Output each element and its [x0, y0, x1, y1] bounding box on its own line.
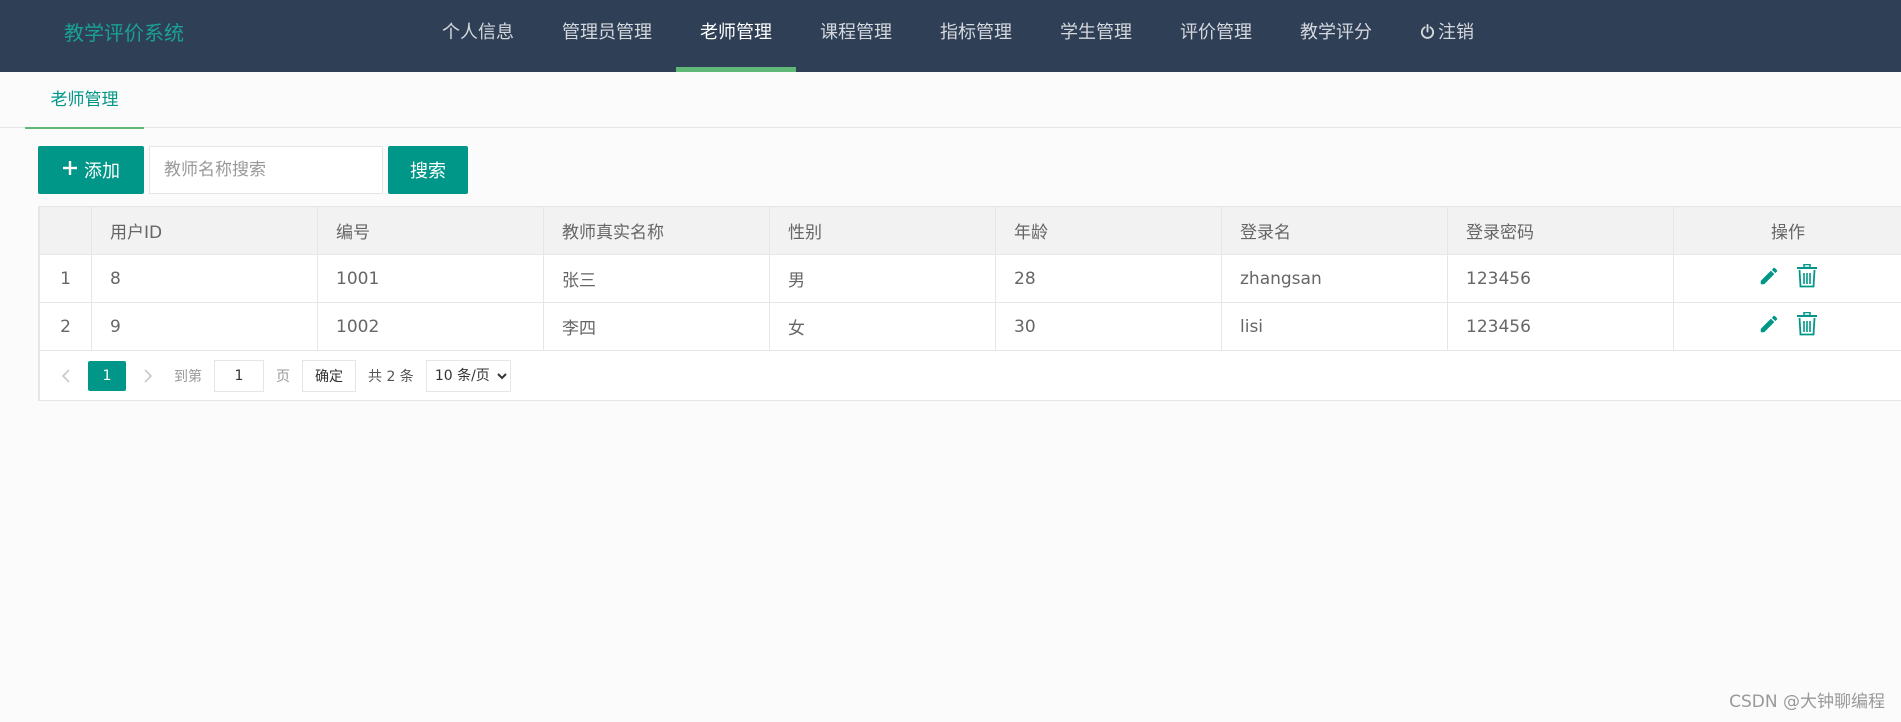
teacher-search-input[interactable]	[149, 146, 383, 194]
col-header-user-id: 用户ID	[91, 206, 318, 255]
app-logo: 教学评价系统	[64, 21, 184, 45]
col-header-login: 登录名	[1221, 206, 1448, 255]
total-count: 共 2 条	[368, 368, 414, 385]
page-size-select[interactable]: 10 条/页	[425, 359, 511, 392]
goto-label: 到第	[174, 368, 202, 385]
plus-icon	[62, 160, 78, 181]
edit-icon[interactable]	[1758, 265, 1780, 292]
cell-login: zhangsan	[1221, 254, 1448, 303]
cell-name: 李四	[543, 302, 770, 351]
power-icon	[1420, 1, 1435, 67]
col-header-actions: 操作	[1673, 206, 1901, 255]
cell-gender: 女	[769, 302, 996, 351]
nav-item-logout[interactable]: 注销	[1396, 0, 1498, 72]
table-row: 1 8 1001 张三 男 28 zhangsan 123456	[39, 254, 1901, 303]
cell-login: lisi	[1221, 302, 1448, 351]
cell-password: 123456	[1447, 302, 1674, 351]
col-header-gender: 性别	[769, 206, 996, 255]
cell-code: 1002	[317, 302, 544, 351]
cell-code: 1001	[317, 254, 544, 303]
cell-age: 30	[995, 302, 1222, 351]
cell-actions	[1673, 254, 1901, 303]
edit-icon[interactable]	[1758, 313, 1780, 340]
nav-item-student[interactable]: 学生管理	[1036, 0, 1156, 72]
pagination: 1 到第 页 确定 共 2 条 10 条/页	[39, 351, 1901, 401]
cell-gender: 男	[769, 254, 996, 303]
table-header-row: 用户ID 编号 教师真实名称 性别 年龄 登录名 登录密码 操作	[39, 206, 1901, 255]
add-button-label: 添加	[84, 161, 120, 182]
tab-teacher-management[interactable]: 老师管理	[25, 72, 144, 129]
top-header: 教学评价系统 个人信息 管理员管理 老师管理 课程管理 指标管理 学生管理 评价…	[0, 0, 1901, 72]
add-button[interactable]: 添加	[38, 146, 144, 194]
toolbar: 添加 搜索	[38, 146, 468, 194]
cell-age: 28	[995, 254, 1222, 303]
cell-index: 1	[39, 254, 92, 303]
teacher-table: 用户ID 编号 教师真实名称 性别 年龄 登录名 登录密码 操作 1 8 100…	[39, 206, 1901, 351]
teacher-table-wrap: 用户ID 编号 教师真实名称 性别 年龄 登录名 登录密码 操作 1 8 100…	[38, 206, 1901, 401]
page-unit-label: 页	[276, 368, 290, 385]
logout-label: 注销	[1438, 22, 1474, 43]
cell-actions	[1673, 302, 1901, 351]
main-nav: 个人信息 管理员管理 老师管理 课程管理 指标管理 学生管理 评价管理 教学评分…	[418, 0, 1498, 72]
goto-confirm-button[interactable]: 确定	[302, 359, 356, 392]
col-header-password: 登录密码	[1447, 206, 1674, 255]
search-button[interactable]: 搜索	[388, 146, 468, 194]
cell-password: 123456	[1447, 254, 1674, 303]
cell-user-id: 9	[91, 302, 318, 351]
delete-icon[interactable]	[1796, 311, 1818, 341]
cell-index: 2	[39, 302, 92, 351]
cell-user-id: 8	[91, 254, 318, 303]
col-header-name: 教师真实名称	[543, 206, 770, 255]
nav-item-teacher[interactable]: 老师管理	[676, 0, 796, 72]
nav-item-profile[interactable]: 个人信息	[418, 0, 538, 72]
col-header-index	[39, 206, 92, 255]
nav-item-course[interactable]: 课程管理	[796, 0, 916, 72]
current-page[interactable]: 1	[88, 360, 126, 391]
watermark: CSDN @大钟聊编程	[1729, 692, 1885, 712]
nav-item-indicator[interactable]: 指标管理	[916, 0, 1036, 72]
table-row: 2 9 1002 李四 女 30 lisi 123456	[39, 302, 1901, 351]
goto-page-input[interactable]	[214, 359, 264, 392]
nav-item-admin[interactable]: 管理员管理	[538, 0, 676, 72]
nav-item-evaluation[interactable]: 评价管理	[1156, 0, 1276, 72]
delete-icon[interactable]	[1796, 263, 1818, 293]
prev-page-icon[interactable]	[56, 368, 76, 384]
col-header-age: 年龄	[995, 206, 1222, 255]
cell-name: 张三	[543, 254, 770, 303]
next-page-icon[interactable]	[138, 368, 158, 384]
tab-bar: 老师管理	[0, 72, 1901, 129]
col-header-code: 编号	[317, 206, 544, 255]
nav-item-teaching-score[interactable]: 教学评分	[1276, 0, 1396, 72]
